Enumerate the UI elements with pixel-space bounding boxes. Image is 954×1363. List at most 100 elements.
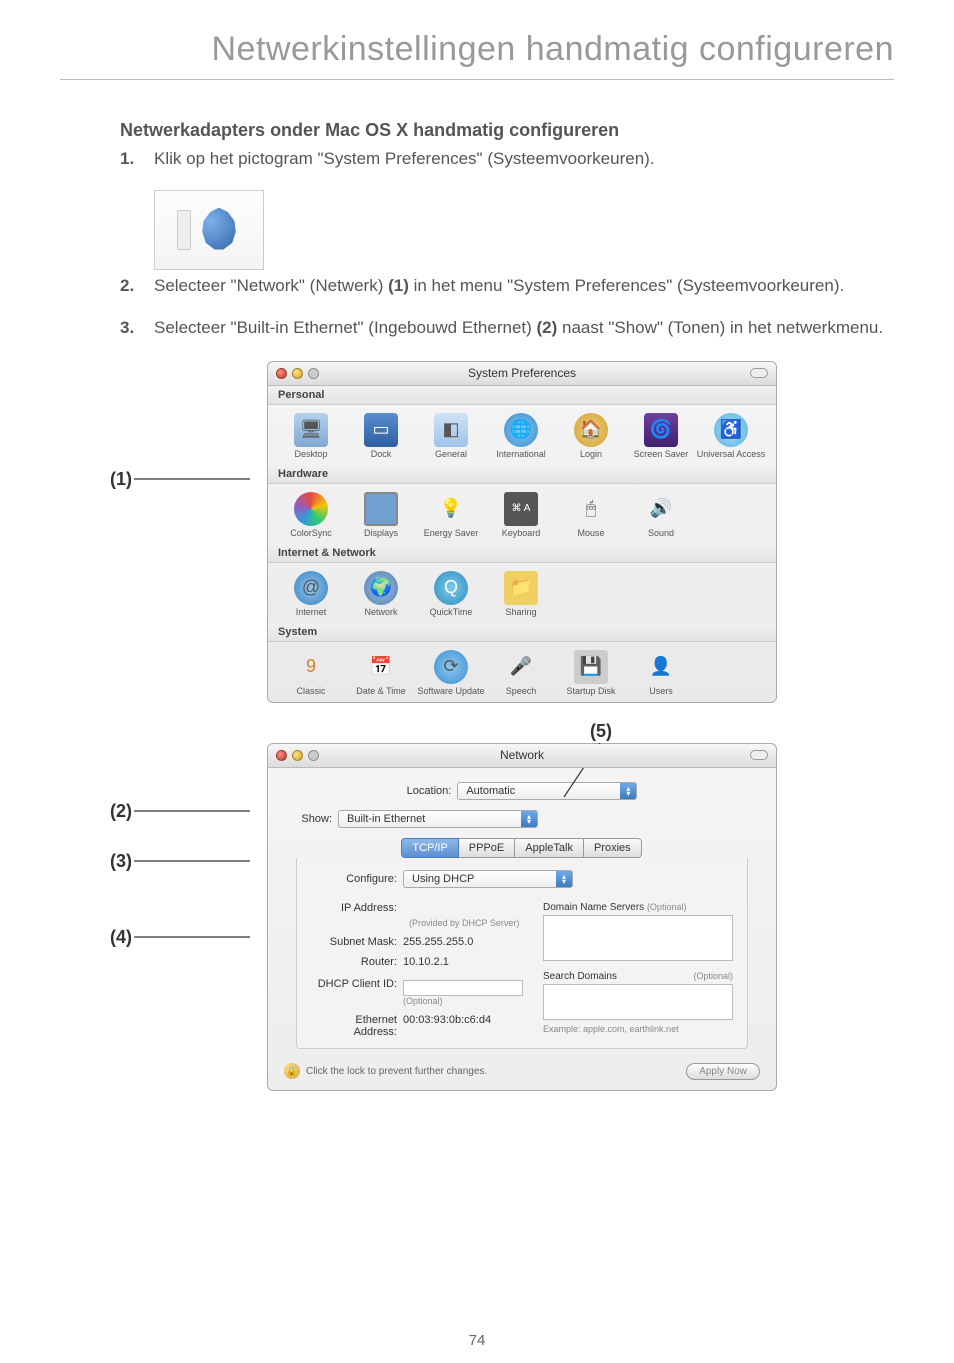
dns-label: Domain Name Servers <box>543 902 644 913</box>
pref-desktop[interactable]: 🖥Desktop <box>276 413 346 459</box>
apple-menu-icon <box>197 208 241 252</box>
network-titlebar: Network <box>268 744 776 768</box>
sysprefs-titlebar: System Preferences <box>268 362 776 386</box>
dns-optional: (Optional) <box>647 902 687 912</box>
pref-date-time[interactable]: 📅Date & Time <box>346 650 416 696</box>
search-domains-optional: (Optional) <box>693 971 733 982</box>
steps-list-cont: 2. Selecteer "Network" (Netwerk) (1) in … <box>120 274 894 341</box>
pref-displays[interactable]: Displays <box>346 492 416 538</box>
chevron-updown-icon: ▴▾ <box>556 871 572 887</box>
chevron-updown-icon: ▴▾ <box>521 811 537 827</box>
pref-quicktime[interactable]: QQuickTime <box>416 571 486 617</box>
tab-appletalk[interactable]: AppleTalk <box>514 838 584 858</box>
system-row: 9Classic 📅Date & Time ⟳Software Update 🎤… <box>268 642 776 702</box>
step-3-number: 3. <box>120 316 154 341</box>
dns-textarea[interactable] <box>543 915 733 961</box>
subnet-value: 255.255.255.0 <box>403 936 473 948</box>
step-1-text: Klik op het pictogram "System Preference… <box>154 147 894 172</box>
ip-label: IP Address: <box>311 902 403 914</box>
ip-hint: (Provided by DHCP Server) <box>409 918 523 928</box>
callout-1: (1) <box>110 469 132 490</box>
step-3: 3. Selecteer "Built-in Ethernet" (Ingebo… <box>120 316 894 341</box>
step-3-text: Selecteer "Built-in Ethernet" (Ingebouwd… <box>154 316 894 341</box>
pref-users[interactable]: 👤Users <box>626 650 696 696</box>
step-2-number: 2. <box>120 274 154 299</box>
show-label: Show: <box>288 813 338 825</box>
step-2-text: Selecteer "Network" (Netwerk) (1) in het… <box>154 274 894 299</box>
page-number: 74 <box>0 1332 954 1349</box>
network-footer: 🔒 Click the lock to prevent further chan… <box>268 1055 776 1080</box>
apply-now-button[interactable]: Apply Now <box>686 1063 760 1080</box>
system-preferences-window: System Preferences Personal 🖥Desktop ▭Do… <box>267 361 777 703</box>
location-row: Location: Automatic ▴▾ <box>288 782 756 800</box>
pref-software-update[interactable]: ⟳Software Update <box>416 650 486 696</box>
personal-row: 🖥Desktop ▭Dock ◧General 🌐International 🏠… <box>268 405 776 465</box>
router-value: 10.10.2.1 <box>403 956 449 968</box>
pref-energy-saver[interactable]: 💡Energy Saver <box>416 492 486 538</box>
network-title: Network <box>268 748 776 762</box>
pref-sound[interactable]: 🔊Sound <box>626 492 696 538</box>
dhcp-client-hint: (Optional) <box>403 996 523 1006</box>
callout-4: (4) <box>110 927 132 948</box>
section-heading: Netwerkadapters onder Mac OS X handmatig… <box>120 120 894 141</box>
section-personal: Personal <box>268 386 776 405</box>
callout-3: (3) <box>110 851 132 872</box>
step-2: 2. Selecteer "Network" (Netwerk) (1) in … <box>120 274 894 299</box>
pref-classic[interactable]: 9Classic <box>276 650 346 696</box>
show-select[interactable]: Built-in Ethernet ▴▾ <box>338 810 538 828</box>
search-domains-label: Search Domains <box>543 971 617 982</box>
lock-text: Click the lock to prevent further change… <box>306 1066 487 1077</box>
steps-list: 1. Klik op het pictogram "System Prefere… <box>120 147 894 172</box>
configure-row: Configure: Using DHCP ▴▾ <box>311 870 733 888</box>
eth-addr-label: Ethernet Address: <box>311 1014 403 1038</box>
search-domains-textarea[interactable] <box>543 984 733 1020</box>
section-hardware: Hardware <box>268 465 776 484</box>
pref-dock[interactable]: ▭Dock <box>346 413 416 459</box>
title-divider <box>60 79 894 80</box>
pref-universal-access[interactable]: ♿Universal Access <box>696 413 766 459</box>
eth-addr-value: 00:03:93:0b:c6:d4 <box>403 1014 491 1038</box>
lock-icon[interactable]: 🔒 <box>284 1063 300 1079</box>
pref-speech[interactable]: 🎤Speech <box>486 650 556 696</box>
router-label: Router: <box>311 956 403 968</box>
pref-network[interactable]: 🌍Network <box>346 571 416 617</box>
section-system: System <box>268 623 776 642</box>
dhcp-client-input[interactable] <box>403 980 523 996</box>
finder-icon <box>177 210 191 250</box>
tcpip-pane: Configure: Using DHCP ▴▾ IP Address: <box>296 858 748 1049</box>
section-internet-network: Internet & Network <box>268 544 776 563</box>
pref-general[interactable]: ◧General <box>416 413 486 459</box>
network-window: Network Location: Automatic ▴▾ Show: Bui… <box>267 743 777 1091</box>
callout-5: (5) <box>590 721 612 742</box>
pref-internet[interactable]: @Internet <box>276 571 346 617</box>
pref-login[interactable]: 🏠Login <box>556 413 626 459</box>
toolbar-pill-icon[interactable] <box>750 750 768 760</box>
tab-pppoe[interactable]: PPPoE <box>458 838 515 858</box>
step-1-number: 1. <box>120 147 154 172</box>
hardware-row: ColorSync Displays 💡Energy Saver ⌘ AKeyb… <box>268 484 776 544</box>
callout-2: (2) <box>110 801 132 822</box>
page-title: Netwerkinstellingen handmatig configurer… <box>0 0 954 79</box>
configure-select[interactable]: Using DHCP ▴▾ <box>403 870 573 888</box>
chevron-updown-icon: ▴▾ <box>620 783 636 799</box>
pref-keyboard[interactable]: ⌘ AKeyboard <box>486 492 556 538</box>
pref-sharing[interactable]: 📁Sharing <box>486 571 556 617</box>
sysprefs-title: System Preferences <box>268 366 776 380</box>
subnet-label: Subnet Mask: <box>311 936 403 948</box>
pref-startup-disk[interactable]: 💾Startup Disk <box>556 650 626 696</box>
show-row: Show: Built-in Ethernet ▴▾ <box>288 810 756 828</box>
pref-mouse[interactable]: 🖱Mouse <box>556 492 626 538</box>
location-label: Location: <box>407 785 458 797</box>
toolbar-pill-icon[interactable] <box>750 368 768 378</box>
dock-screenshot <box>154 190 264 270</box>
step-1: 1. Klik op het pictogram "System Prefere… <box>120 147 894 172</box>
internet-network-row: @Internet 🌍Network QQuickTime 📁Sharing <box>268 563 776 623</box>
tab-proxies[interactable]: Proxies <box>583 838 642 858</box>
configure-label: Configure: <box>311 873 403 885</box>
pref-screen-saver[interactable]: 🌀Screen Saver <box>626 413 696 459</box>
pref-colorsync[interactable]: ColorSync <box>276 492 346 538</box>
tab-tcpip[interactable]: TCP/IP <box>401 838 458 858</box>
dhcp-client-label: DHCP Client ID: <box>311 978 403 990</box>
tab-bar: TCP/IP PPPoE AppleTalk Proxies <box>288 838 756 858</box>
pref-international[interactable]: 🌐International <box>486 413 556 459</box>
